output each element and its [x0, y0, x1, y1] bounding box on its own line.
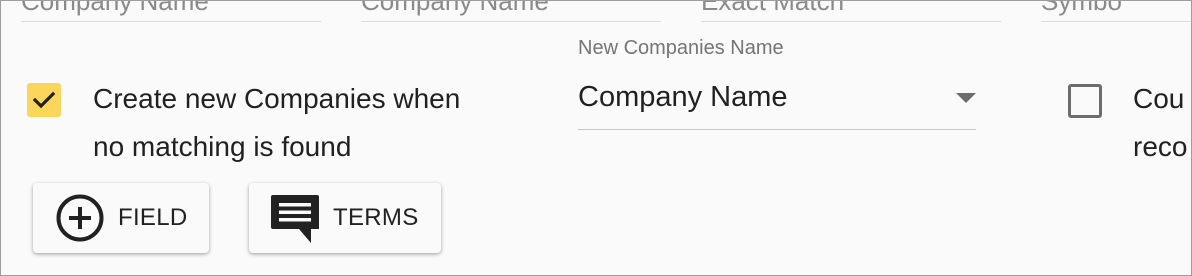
mapping-panel: Company Name Company Name Exact Match Sy…: [0, 0, 1192, 276]
count-records-checkbox[interactable]: [1068, 84, 1102, 118]
symbol-field-value: Symbo: [1041, 0, 1122, 16]
terms-button[interactable]: TERMS: [249, 183, 441, 253]
comment-icon: [271, 195, 319, 243]
checkmark-icon: [32, 91, 56, 109]
symbol-field-input[interactable]: Symbo: [1041, 0, 1191, 22]
source-field-input[interactable]: Company Name: [21, 0, 321, 22]
target-field-input[interactable]: Company Name: [361, 0, 661, 22]
add-field-button[interactable]: FIELD: [33, 183, 209, 253]
create-companies-label-line2: no matching is found: [93, 131, 352, 162]
match-type-value: Exact Match: [701, 0, 845, 16]
add-circle-icon: [56, 194, 104, 242]
new-companies-name-value: Company Name: [578, 81, 788, 113]
create-companies-checkbox[interactable]: [27, 83, 61, 117]
match-type-select[interactable]: Exact Match: [701, 0, 1001, 22]
create-companies-label-line1: Create new Companies when: [93, 83, 461, 114]
chevron-down-icon: [956, 93, 976, 103]
add-field-button-label: FIELD: [118, 204, 188, 231]
count-records-label-line1: Cou: [1133, 83, 1185, 114]
new-companies-name-select[interactable]: Company Name: [578, 77, 976, 130]
new-companies-name-label: New Companies Name: [578, 37, 784, 59]
source-field-value: Company Name: [21, 0, 209, 16]
terms-button-label: TERMS: [333, 204, 419, 231]
count-records-label-line2: reco: [1133, 131, 1188, 162]
target-field-value: Company Name: [361, 0, 549, 16]
